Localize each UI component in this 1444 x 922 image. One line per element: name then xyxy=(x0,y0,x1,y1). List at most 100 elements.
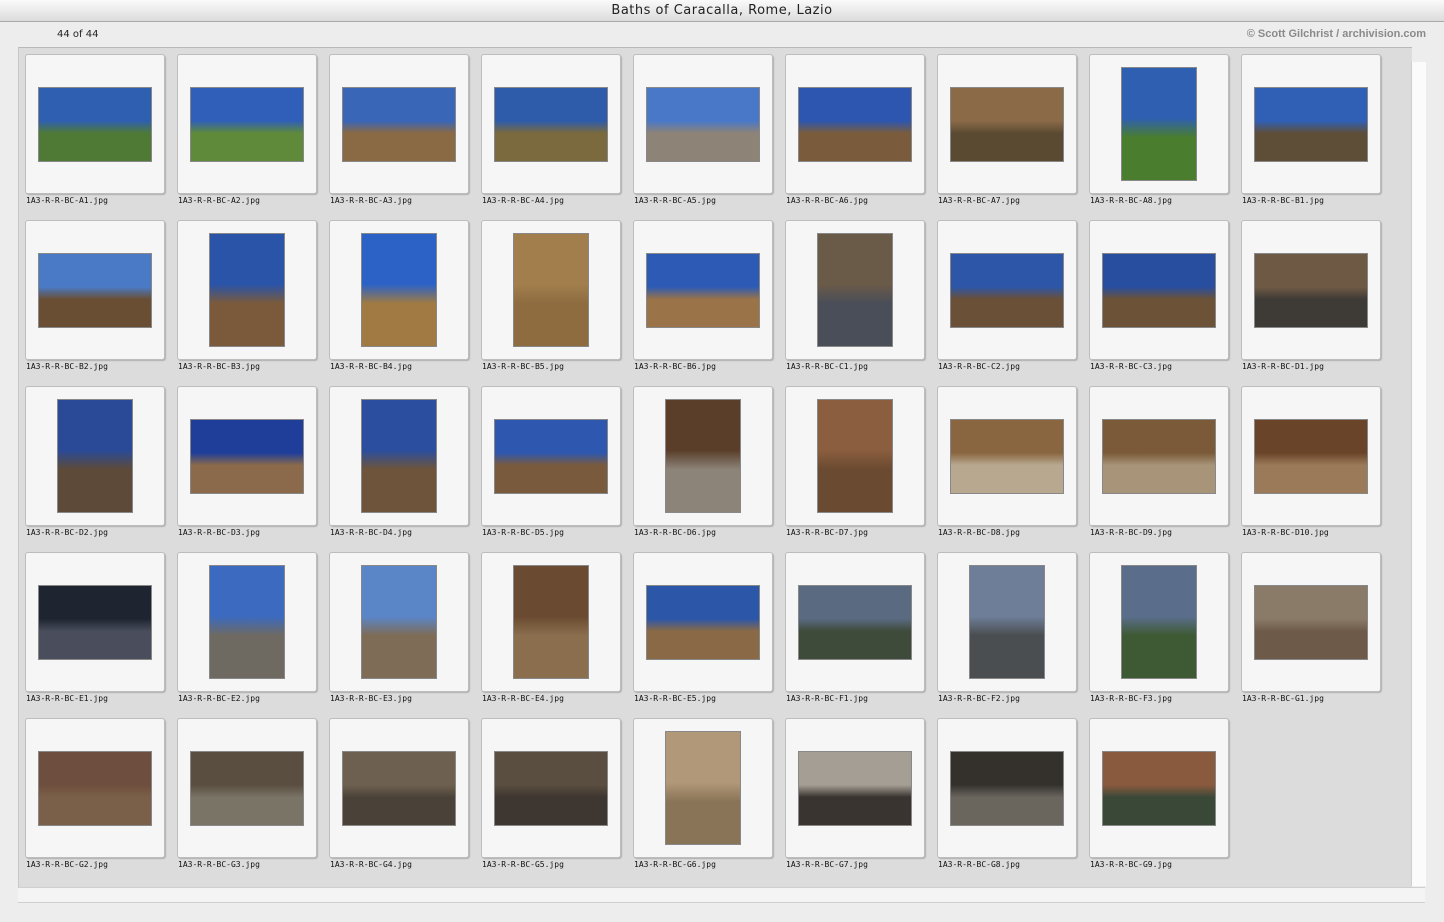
thumbnail-image[interactable] xyxy=(970,566,1044,678)
thumbnail-image[interactable] xyxy=(666,400,740,512)
thumbnail-cell[interactable]: 1A3-R-R-BC-B5.jpg xyxy=(481,220,621,380)
thumbnail-cell[interactable]: 1A3-R-R-BC-G7.jpg xyxy=(785,718,925,878)
thumbnail-cell[interactable]: 1A3-R-R-BC-A6.jpg xyxy=(785,54,925,214)
thumbnail-cell[interactable]: 1A3-R-R-BC-A8.jpg xyxy=(1089,54,1229,214)
thumbnail-image[interactable] xyxy=(210,566,284,678)
slide-mount[interactable] xyxy=(633,552,773,692)
thumbnail-cell[interactable]: 1A3-R-R-BC-G9.jpg xyxy=(1089,718,1229,878)
thumbnail-cell[interactable]: 1A3-R-R-BC-D2.jpg xyxy=(25,386,165,546)
horizontal-scrollbar[interactable] xyxy=(18,887,1425,903)
thumbnail-image[interactable] xyxy=(1122,566,1196,678)
thumbnail-image[interactable] xyxy=(495,752,607,825)
slide-mount[interactable] xyxy=(25,552,165,692)
slide-mount[interactable] xyxy=(1089,552,1229,692)
thumbnail-cell[interactable]: 1A3-R-R-BC-E2.jpg xyxy=(177,552,317,712)
slide-mount[interactable] xyxy=(329,718,469,858)
slide-mount[interactable] xyxy=(785,220,925,360)
slide-mount[interactable] xyxy=(481,552,621,692)
thumbnail-cell[interactable]: 1A3-R-R-BC-G1.jpg xyxy=(1241,552,1381,712)
thumbnail-image[interactable] xyxy=(951,88,1063,161)
slide-mount[interactable] xyxy=(1089,386,1229,526)
slide-mount[interactable] xyxy=(177,386,317,526)
thumbnail-cell[interactable]: 1A3-R-R-BC-E5.jpg xyxy=(633,552,773,712)
thumbnail-image[interactable] xyxy=(647,254,759,327)
slide-mount[interactable] xyxy=(1241,54,1381,194)
thumbnail-cell[interactable]: 1A3-R-R-BC-B4.jpg xyxy=(329,220,469,380)
thumbnail-cell[interactable]: 1A3-R-R-BC-D1.jpg xyxy=(1241,220,1381,380)
thumbnail-image[interactable] xyxy=(647,88,759,161)
thumbnail-image[interactable] xyxy=(39,752,151,825)
thumbnail-image[interactable] xyxy=(951,752,1063,825)
thumbnail-image[interactable] xyxy=(362,400,436,512)
thumbnail-cell[interactable]: 1A3-R-R-BC-G5.jpg xyxy=(481,718,621,878)
thumbnail-image[interactable] xyxy=(39,88,151,161)
thumbnail-image[interactable] xyxy=(39,254,151,327)
slide-mount[interactable] xyxy=(937,220,1077,360)
thumbnail-cell[interactable]: 1A3-R-R-BC-F1.jpg xyxy=(785,552,925,712)
thumbnail-cell[interactable]: 1A3-R-R-BC-G4.jpg xyxy=(329,718,469,878)
slide-mount[interactable] xyxy=(25,718,165,858)
thumbnail-image[interactable] xyxy=(1255,586,1367,659)
thumbnail-cell[interactable]: 1A3-R-R-BC-A1.jpg xyxy=(25,54,165,214)
slide-mount[interactable] xyxy=(25,54,165,194)
slide-mount[interactable] xyxy=(937,718,1077,858)
slide-mount[interactable] xyxy=(937,54,1077,194)
thumbnail-image[interactable] xyxy=(514,566,588,678)
thumbnail-cell[interactable]: 1A3-R-R-BC-B1.jpg xyxy=(1241,54,1381,214)
thumbnail-cell[interactable]: 1A3-R-R-BC-B2.jpg xyxy=(25,220,165,380)
thumbnail-cell[interactable]: 1A3-R-R-BC-G6.jpg xyxy=(633,718,773,878)
thumbnail-image[interactable] xyxy=(191,752,303,825)
slide-mount[interactable] xyxy=(329,220,469,360)
slide-mount[interactable] xyxy=(785,54,925,194)
thumbnail-cell[interactable]: 1A3-R-R-BC-F2.jpg xyxy=(937,552,1077,712)
thumbnail-image[interactable] xyxy=(799,752,911,825)
thumbnail-cell[interactable]: 1A3-R-R-BC-D5.jpg xyxy=(481,386,621,546)
slide-mount[interactable] xyxy=(633,220,773,360)
thumbnail-image[interactable] xyxy=(343,752,455,825)
thumbnail-image[interactable] xyxy=(1255,420,1367,493)
thumbnail-image[interactable] xyxy=(514,234,588,346)
slide-mount[interactable] xyxy=(329,552,469,692)
slide-mount[interactable] xyxy=(1089,718,1229,858)
thumbnail-image[interactable] xyxy=(1103,420,1215,493)
thumbnail-image[interactable] xyxy=(1103,752,1215,825)
thumbnail-image[interactable] xyxy=(495,420,607,493)
slide-mount[interactable] xyxy=(481,220,621,360)
thumbnail-cell[interactable]: 1A3-R-R-BC-G8.jpg xyxy=(937,718,1077,878)
thumbnail-image[interactable] xyxy=(799,586,911,659)
slide-mount[interactable] xyxy=(1089,220,1229,360)
thumbnail-image[interactable] xyxy=(647,586,759,659)
thumbnail-cell[interactable]: 1A3-R-R-BC-E4.jpg xyxy=(481,552,621,712)
thumbnail-image[interactable] xyxy=(1122,68,1196,180)
thumbnail-cell[interactable]: 1A3-R-R-BC-F3.jpg xyxy=(1089,552,1229,712)
slide-mount[interactable] xyxy=(1241,552,1381,692)
slide-mount[interactable] xyxy=(1089,54,1229,194)
thumbnail-cell[interactable]: 1A3-R-R-BC-B6.jpg xyxy=(633,220,773,380)
slide-mount[interactable] xyxy=(785,718,925,858)
thumbnail-cell[interactable]: 1A3-R-R-BC-D10.jpg xyxy=(1241,386,1381,546)
thumbnail-cell[interactable]: 1A3-R-R-BC-D9.jpg xyxy=(1089,386,1229,546)
slide-mount[interactable] xyxy=(633,718,773,858)
slide-mount[interactable] xyxy=(481,54,621,194)
slide-mount[interactable] xyxy=(25,220,165,360)
thumbnail-cell[interactable]: 1A3-R-R-BC-A3.jpg xyxy=(329,54,469,214)
thumbnail-cell[interactable]: 1A3-R-R-BC-B3.jpg xyxy=(177,220,317,380)
thumbnail-cell[interactable]: 1A3-R-R-BC-D8.jpg xyxy=(937,386,1077,546)
thumbnail-image[interactable] xyxy=(39,586,151,659)
thumbnail-image[interactable] xyxy=(362,234,436,346)
slide-mount[interactable] xyxy=(329,386,469,526)
thumbnail-cell[interactable]: 1A3-R-R-BC-C2.jpg xyxy=(937,220,1077,380)
slide-mount[interactable] xyxy=(937,386,1077,526)
thumbnail-cell[interactable]: 1A3-R-R-BC-D7.jpg xyxy=(785,386,925,546)
thumbnail-cell[interactable]: 1A3-R-R-BC-E3.jpg xyxy=(329,552,469,712)
slide-mount[interactable] xyxy=(177,54,317,194)
thumbnail-cell[interactable]: 1A3-R-R-BC-A4.jpg xyxy=(481,54,621,214)
thumbnail-cell[interactable]: 1A3-R-R-BC-D3.jpg xyxy=(177,386,317,546)
thumbnail-image[interactable] xyxy=(191,88,303,161)
slide-mount[interactable] xyxy=(481,386,621,526)
thumbnail-image[interactable] xyxy=(58,400,132,512)
slide-mount[interactable] xyxy=(177,220,317,360)
slide-mount[interactable] xyxy=(785,552,925,692)
thumbnail-cell[interactable]: 1A3-R-R-BC-A7.jpg xyxy=(937,54,1077,214)
thumbnail-cell[interactable]: 1A3-R-R-BC-E1.jpg xyxy=(25,552,165,712)
